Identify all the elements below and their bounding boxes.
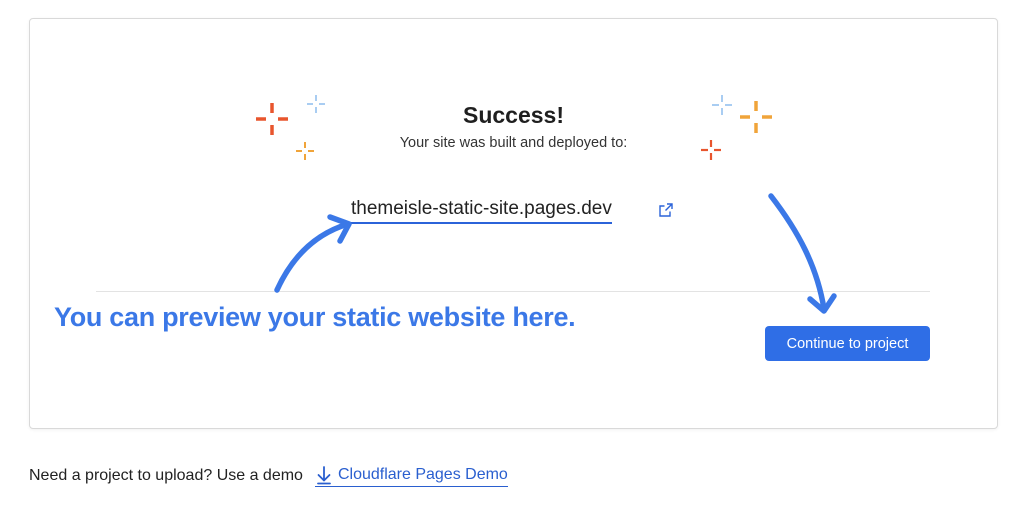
demo-link[interactable]: Cloudflare Pages Demo xyxy=(314,465,508,487)
success-dialog: Success! Your site was built and deploye… xyxy=(29,18,998,429)
download-icon xyxy=(317,466,331,485)
footer-prompt: Need a project to upload? Use a demo xyxy=(29,467,303,484)
right-arrow-icon xyxy=(768,193,827,312)
site-url-link[interactable]: themeisle-static-site.pages.dev xyxy=(351,198,612,224)
success-subtitle: Your site was built and deployed to: xyxy=(399,135,628,151)
continue-to-project-button[interactable]: Continue to project xyxy=(765,326,930,361)
external-link-icon[interactable] xyxy=(658,202,674,218)
left-arrow-icon xyxy=(274,221,351,293)
divider xyxy=(96,291,930,292)
success-title: Success! xyxy=(462,102,564,128)
demo-link-label: Cloudflare Pages Demo xyxy=(337,466,508,483)
footer: Need a project to upload? Use a demo Clo… xyxy=(29,465,508,487)
annotation-text: You can preview your static website here… xyxy=(54,302,576,332)
